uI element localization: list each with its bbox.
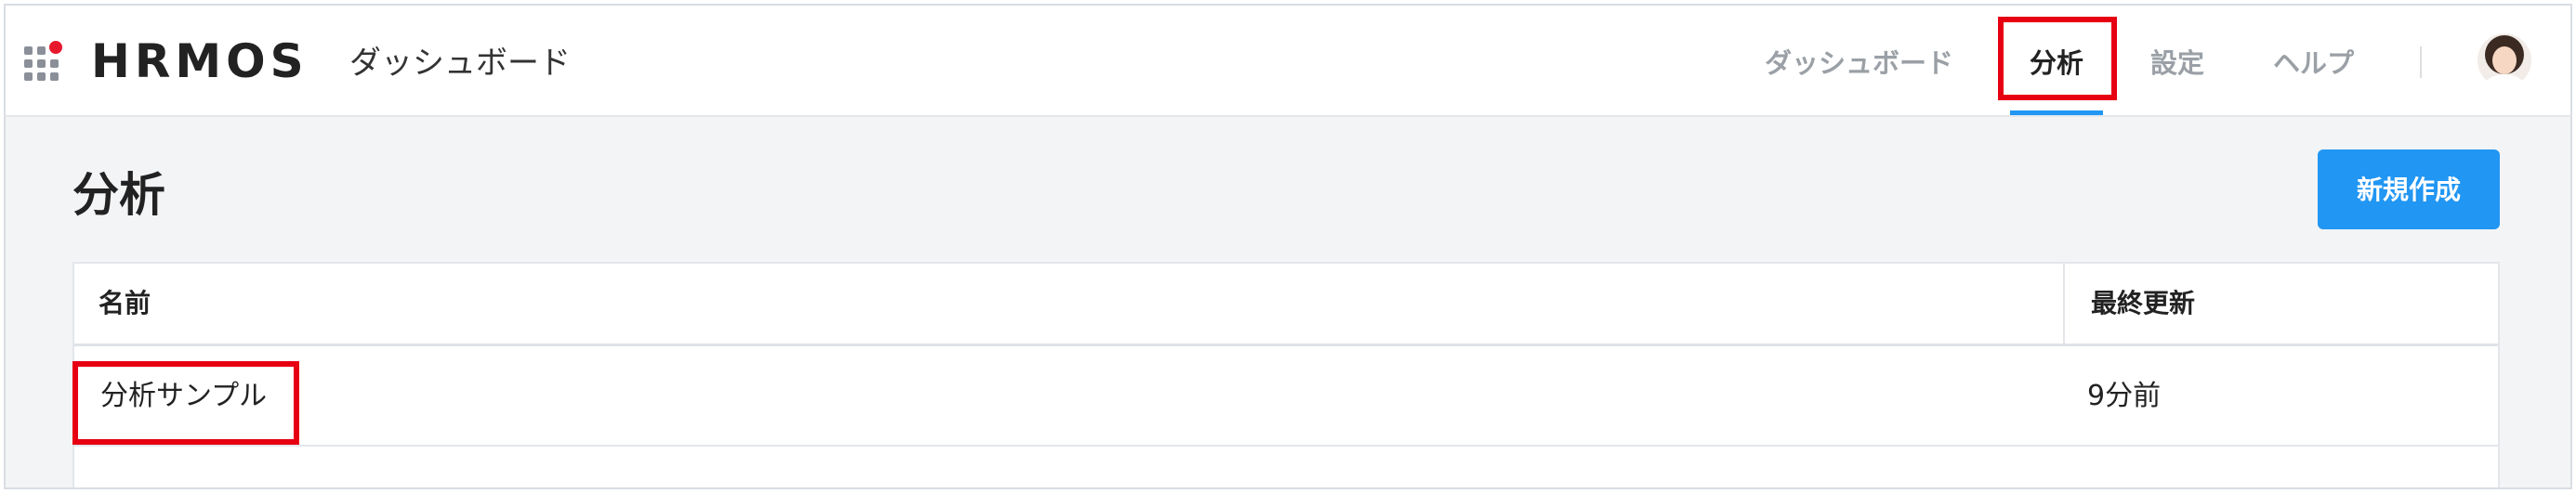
column-header-updated[interactable]: 最終更新 [2063,264,2500,344]
table-row[interactable]: 分析サンプル 9分前 [74,346,2498,447]
nav-tab-help[interactable]: ヘルプ [2273,45,2354,82]
nav-divider [2420,46,2422,78]
user-avatar[interactable] [2477,33,2531,87]
row-updated: 9分前 [2087,380,2162,412]
hrmos-logo[interactable]: HRMOS [91,33,309,89]
nav-tab-settings[interactable]: 設定 [2150,45,2204,82]
grid-dot [50,72,59,81]
active-tab-indicator [2010,110,2103,115]
app-title: ダッシュボード [349,45,571,82]
top-header: HRMOS ダッシュボード ダッシュボード 分析 設定 ヘルプ [6,6,2570,117]
grid-dot [24,46,33,55]
grid-dot [50,59,59,68]
grid-dot [37,72,46,81]
highlight-box-row-name [72,361,299,445]
grid-dot [37,59,46,68]
create-new-button[interactable]: 新規作成 [2318,149,2500,229]
page-title: 分析 [72,168,165,222]
notification-dot [49,41,62,54]
grid-dot [37,46,46,55]
grid-dot [24,72,33,81]
nav-tab-dashboard[interactable]: ダッシュボード [1765,45,1953,82]
app-launcher-grid-icon[interactable] [24,41,65,82]
app-window: HRMOS ダッシュボード ダッシュボード 分析 設定 ヘルプ 分析 新規作成 … [4,4,2572,489]
avatar-body [2483,74,2526,87]
analysis-table: 名前 最終更新 分析サンプル 9分前 [72,262,2500,487]
grid-dot [24,59,33,68]
avatar-face [2492,46,2517,74]
column-header-name[interactable]: 名前 [74,264,2063,344]
highlight-box-analysis-tab [1998,17,2117,100]
